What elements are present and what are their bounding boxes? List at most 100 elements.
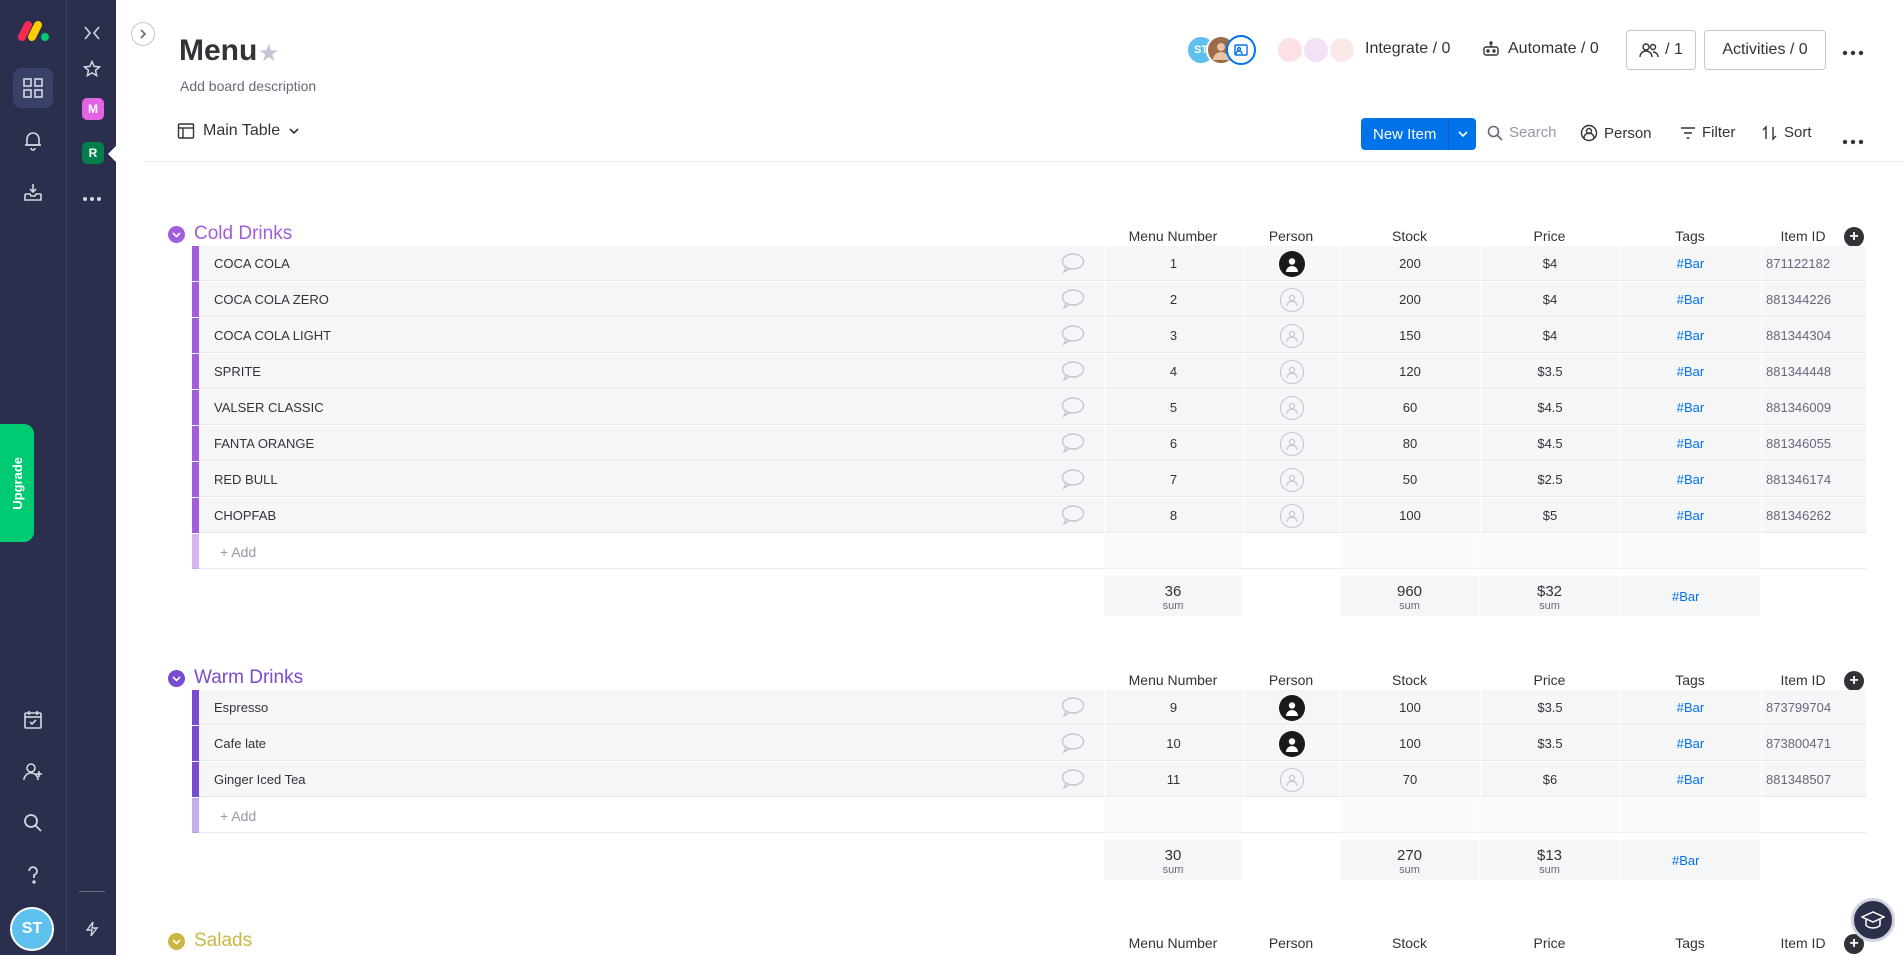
- assigned-person-avatar[interactable]: [1278, 730, 1305, 757]
- add-update-icon[interactable]: [1061, 288, 1085, 310]
- item-name[interactable]: FANTA ORANGE: [214, 426, 314, 461]
- activities-button[interactable]: Activities / 0: [1704, 30, 1826, 70]
- menu-number-cell[interactable]: 6: [1104, 426, 1242, 461]
- tags-cell[interactable]: #Bar: [1620, 318, 1760, 353]
- tags-summary-cell[interactable]: #Bar: [1620, 840, 1760, 880]
- column-header[interactable]: Tags: [1620, 228, 1760, 244]
- price-cell[interactable]: $4: [1480, 246, 1619, 281]
- favorites-button[interactable]: [80, 57, 104, 81]
- menu-number-cell[interactable]: 4: [1104, 354, 1242, 389]
- person-cell[interactable]: [1243, 318, 1339, 353]
- user-avatar[interactable]: ST: [10, 907, 54, 951]
- new-item-dropdown[interactable]: [1448, 118, 1476, 150]
- sum-cell[interactable]: $13 sum: [1480, 840, 1619, 880]
- item-name[interactable]: SPRITE: [214, 354, 261, 389]
- item-id-cell[interactable]: 881346009: [1761, 390, 1845, 425]
- table-row[interactable]: COCA COLA LIGHT 3 150 $4 #Bar 881344304: [192, 318, 1866, 353]
- person-cell[interactable]: [1243, 498, 1339, 533]
- stock-cell[interactable]: 100: [1340, 690, 1479, 725]
- add-update-icon[interactable]: [1061, 732, 1085, 754]
- stock-cell[interactable]: 80: [1340, 426, 1479, 461]
- empty-person-avatar[interactable]: [1279, 503, 1304, 528]
- person-cell[interactable]: [1243, 354, 1339, 389]
- column-header[interactable]: Price: [1480, 672, 1619, 688]
- tags-cell[interactable]: #Bar: [1620, 246, 1760, 281]
- price-cell[interactable]: $4.5: [1480, 390, 1619, 425]
- item-id-cell[interactable]: 881346262: [1761, 498, 1845, 533]
- item-id-cell[interactable]: 881344226: [1761, 282, 1845, 317]
- notifications-button[interactable]: [13, 120, 53, 160]
- stock-cell[interactable]: 100: [1340, 726, 1479, 761]
- assigned-person-avatar[interactable]: [1278, 694, 1305, 721]
- person-cell[interactable]: [1243, 462, 1339, 497]
- column-header[interactable]: Price: [1480, 935, 1619, 951]
- empty-person-avatar[interactable]: [1279, 467, 1304, 492]
- price-cell[interactable]: $3.5: [1480, 354, 1619, 389]
- empty-person-avatar[interactable]: [1279, 431, 1304, 456]
- menu-number-cell[interactable]: 10: [1104, 726, 1242, 761]
- board-more-options-button[interactable]: [1842, 36, 1864, 62]
- column-header[interactable]: Tags: [1620, 935, 1760, 951]
- item-name[interactable]: Ginger Iced Tea: [214, 762, 306, 797]
- stock-cell[interactable]: 200: [1340, 246, 1479, 281]
- group-title[interactable]: Salads: [194, 930, 252, 952]
- workspace-r-badge[interactable]: R: [82, 142, 104, 164]
- column-header[interactable]: Stock: [1340, 935, 1479, 951]
- price-cell[interactable]: $4: [1480, 318, 1619, 353]
- tags-cell[interactable]: #Bar: [1620, 462, 1760, 497]
- person-cell[interactable]: [1243, 726, 1339, 761]
- item-id-cell[interactable]: 881344304: [1761, 318, 1845, 353]
- monday-logo[interactable]: [17, 18, 49, 44]
- inbox-button[interactable]: [13, 172, 53, 212]
- table-row[interactable]: Ginger Iced Tea 11 70 $6 #Bar 881348507: [192, 762, 1866, 797]
- add-update-icon[interactable]: [1061, 432, 1085, 454]
- column-header[interactable]: Item ID: [1761, 935, 1845, 951]
- person-cell[interactable]: [1243, 426, 1339, 461]
- person-cell[interactable]: [1243, 690, 1339, 725]
- view-selector[interactable]: Main Table: [177, 122, 300, 140]
- item-id-cell[interactable]: 873800471: [1761, 726, 1845, 761]
- price-cell[interactable]: $3.5: [1480, 690, 1619, 725]
- stock-cell[interactable]: 150: [1340, 318, 1479, 353]
- group-collapse-toggle[interactable]: [168, 226, 185, 243]
- sort-button[interactable]: Sort: [1762, 124, 1812, 141]
- menu-number-cell[interactable]: 3: [1104, 318, 1242, 353]
- stock-cell[interactable]: 50: [1340, 462, 1479, 497]
- add-update-icon[interactable]: [1061, 324, 1085, 346]
- column-header[interactable]: Menu Number: [1104, 228, 1242, 244]
- column-header[interactable]: Person: [1243, 935, 1339, 951]
- add-update-icon[interactable]: [1061, 768, 1085, 790]
- add-item-row[interactable]: + Add: [192, 534, 1866, 569]
- stock-cell[interactable]: 60: [1340, 390, 1479, 425]
- group-title[interactable]: Warm Drinks: [194, 667, 303, 689]
- tags-cell[interactable]: #Bar: [1620, 426, 1760, 461]
- filter-button[interactable]: Filter: [1680, 124, 1735, 141]
- person-cell[interactable]: [1243, 762, 1339, 797]
- person-cell[interactable]: [1243, 390, 1339, 425]
- column-header[interactable]: Price: [1480, 228, 1619, 244]
- add-update-icon[interactable]: [1061, 396, 1085, 418]
- column-header[interactable]: Tags: [1620, 672, 1760, 688]
- workspace-m-badge[interactable]: M: [82, 98, 104, 120]
- sum-cell[interactable]: 270 sum: [1340, 840, 1479, 880]
- column-header[interactable]: Stock: [1340, 228, 1479, 244]
- price-cell[interactable]: $4: [1480, 282, 1619, 317]
- table-row[interactable]: CHOPFAB 8 100 $5 #Bar 881346262: [192, 498, 1866, 533]
- new-item-button[interactable]: New Item: [1361, 118, 1477, 150]
- add-update-icon[interactable]: [1061, 252, 1085, 274]
- stock-cell[interactable]: 120: [1340, 354, 1479, 389]
- empty-person-avatar[interactable]: [1279, 359, 1304, 384]
- price-cell[interactable]: $4.5: [1480, 426, 1619, 461]
- workspace-nav-button[interactable]: [13, 68, 53, 108]
- table-row[interactable]: FANTA ORANGE 6 80 $4.5 #Bar 881346055: [192, 426, 1866, 461]
- table-row[interactable]: Espresso 9 100 $3.5 #Bar 873799704: [192, 690, 1866, 725]
- add-update-icon[interactable]: [1061, 696, 1085, 718]
- group-collapse-toggle[interactable]: [168, 670, 185, 687]
- table-row[interactable]: COCA COLA 1 200 $4 #Bar 871122182: [192, 246, 1866, 281]
- board-description[interactable]: Add board description: [180, 78, 316, 94]
- tags-cell[interactable]: #Bar: [1620, 762, 1760, 797]
- person-filter-button[interactable]: Person: [1580, 124, 1652, 142]
- automate-button[interactable]: Automate / 0: [1482, 40, 1599, 58]
- group-title[interactable]: Cold Drinks: [194, 223, 292, 245]
- table-row[interactable]: SPRITE 4 120 $3.5 #Bar 881344448: [192, 354, 1866, 389]
